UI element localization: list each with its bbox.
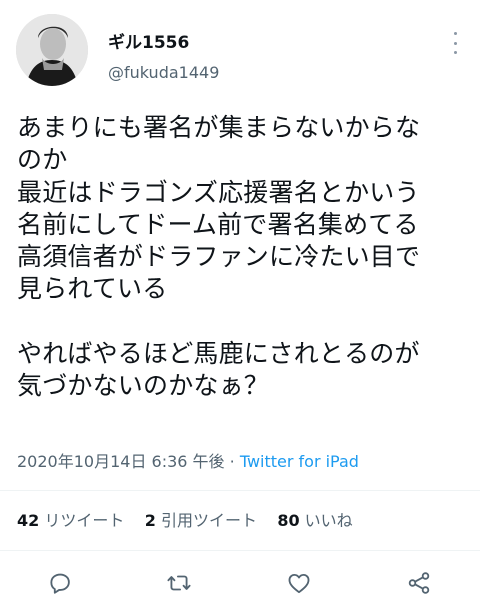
retweet-icon[interactable]	[166, 570, 192, 596]
reply-icon[interactable]	[47, 570, 73, 596]
likes-stat[interactable]: 80 いいね	[277, 511, 352, 530]
retweets-count: 42	[17, 511, 40, 530]
quotes-label: 引用ツイート	[160, 511, 257, 530]
user-handle[interactable]: @fukuda1449	[108, 63, 219, 83]
likes-count: 80	[277, 511, 300, 530]
quotes-count: 2	[144, 511, 156, 530]
divider	[0, 490, 480, 491]
share-icon[interactable]	[406, 570, 432, 596]
meta-separator: ·	[224, 452, 240, 471]
tweet-stats: 42 リツイート 2 引用ツイート 80 いいね	[17, 511, 353, 531]
heart-icon[interactable]	[286, 570, 312, 596]
avatar-portrait-image	[16, 14, 88, 86]
retweets-stat[interactable]: 42 リツイート	[17, 511, 124, 530]
divider	[0, 550, 480, 551]
quotes-stat[interactable]: 2 引用ツイート	[145, 511, 257, 530]
retweets-label: リツイート	[44, 511, 125, 530]
tweet-timestamp[interactable]: 2020年10月14日 6:36 午後	[17, 452, 225, 471]
tweet-source[interactable]: Twitter for iPad	[240, 452, 359, 471]
display-name[interactable]: ギル1556	[108, 33, 189, 53]
tweet-text: あまりにも署名が集まらないからな のか 最近はドラゴンズ応援署名とかいう 名前に…	[17, 113, 421, 401]
tweet-actions	[0, 570, 480, 596]
likes-label: いいね	[304, 511, 353, 530]
tweet-meta: 2020年10月14日 6:36 午後 · Twitter for iPad	[17, 452, 359, 472]
more-dots-icon[interactable]	[448, 32, 462, 54]
avatar[interactable]	[16, 14, 88, 86]
